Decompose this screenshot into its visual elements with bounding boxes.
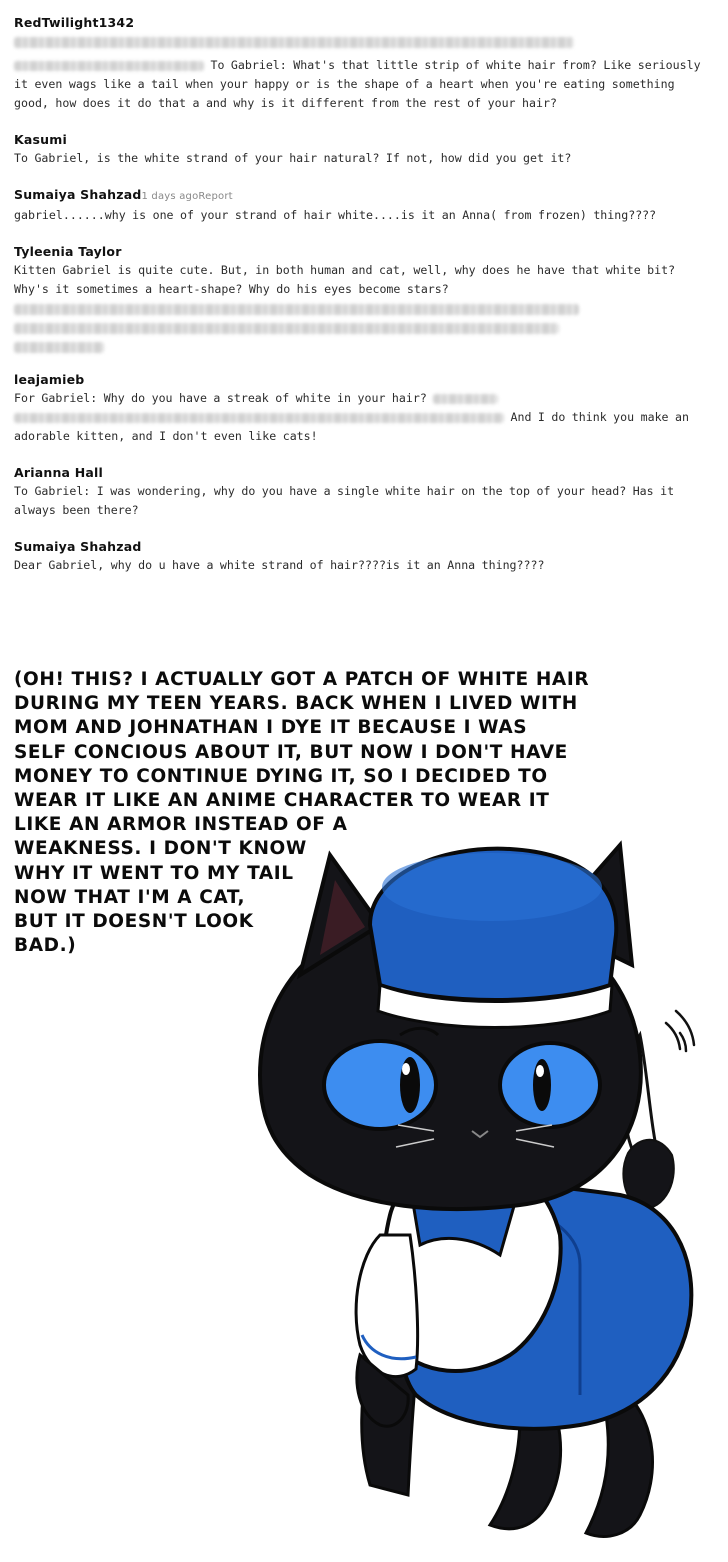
comment-text: For Gabriel: Why do you have a streak of…: [14, 391, 427, 405]
cat-sailor-illustration: [257, 840, 696, 1538]
comment: leajamieb For Gabriel: Why do you have a…: [14, 371, 704, 446]
comment-body: Kitten Gabriel is quite cute. But, in bo…: [14, 261, 704, 353]
answer-line: DURING MY TEEN YEARS. BACK WHEN I LIVED …: [14, 693, 578, 715]
comment: Kasumi To Gabriel, is the white strand o…: [14, 131, 704, 168]
answer-line: LIKE AN ARMOR INSTEAD OF A: [14, 814, 348, 836]
comment-author: Tyleenia Taylor: [14, 244, 122, 259]
comment-text: To Gabriel: I was wondering, why do you …: [14, 484, 675, 517]
answer-line: WEAR IT LIKE AN ANIME CHARACTER TO WEAR …: [14, 790, 550, 812]
comment-author: Sumaiya Shahzad1 days agoReport: [14, 186, 704, 206]
redacted-text: [14, 412, 504, 423]
comment: Arianna Hall To Gabriel: I was wondering…: [14, 464, 704, 520]
redacted-text: [14, 342, 104, 353]
redacted-text: [14, 323, 559, 334]
comment-author: Kasumi: [14, 132, 67, 147]
comment-body: For Gabriel: Why do you have a streak of…: [14, 389, 704, 446]
answer-line: MONEY TO CONTINUE DYING IT, SO I DECIDED…: [14, 765, 548, 787]
comment-body: To Gabriel: What's that little strip of …: [14, 37, 704, 113]
comment-author: Sumaiya Shahzad: [14, 539, 142, 554]
comment-author: RedTwilight1342: [14, 15, 135, 30]
comment-text: To Gabriel, is the white strand of your …: [14, 151, 572, 165]
comment-author-name: Sumaiya Shahzad: [14, 187, 142, 202]
answer-line: SELF CONCIOUS ABOUT IT, BUT NOW I DON'T …: [14, 741, 568, 763]
comment: Tyleenia Taylor Kitten Gabriel is quite …: [14, 243, 704, 353]
comment-list: RedTwilight1342 To Gabriel: What's that …: [14, 14, 704, 593]
redacted-text: [14, 60, 204, 71]
redacted-text: [433, 393, 499, 404]
comment-text: Kitten Gabriel is quite cute. But, in bo…: [14, 263, 676, 296]
answer-line: MOM AND JOHNATHAN I DYE IT BECAUSE I WAS: [14, 717, 528, 739]
comment-text: gabriel......why is one of your strand o…: [14, 208, 657, 222]
comment: Sumaiya Shahzad1 days agoReport gabriel.…: [14, 186, 704, 225]
sailor-hat: [367, 846, 619, 1029]
comment-text: Dear Gabriel, why do u have a white stra…: [14, 558, 545, 572]
comment: Sumaiya Shahzad Dear Gabriel, why do u h…: [14, 538, 704, 575]
answer-line: (OH! THIS? I ACTUALLY GOT A PATCH OF WHI…: [14, 669, 590, 690]
comment-meta[interactable]: 1 days agoReport: [141, 191, 232, 202]
redacted-text: [14, 37, 574, 48]
redacted-text: [14, 304, 579, 315]
comment-author: leajamieb: [14, 372, 85, 387]
comment-author: Arianna Hall: [14, 465, 104, 480]
comment: RedTwilight1342 To Gabriel: What's that …: [14, 14, 704, 113]
